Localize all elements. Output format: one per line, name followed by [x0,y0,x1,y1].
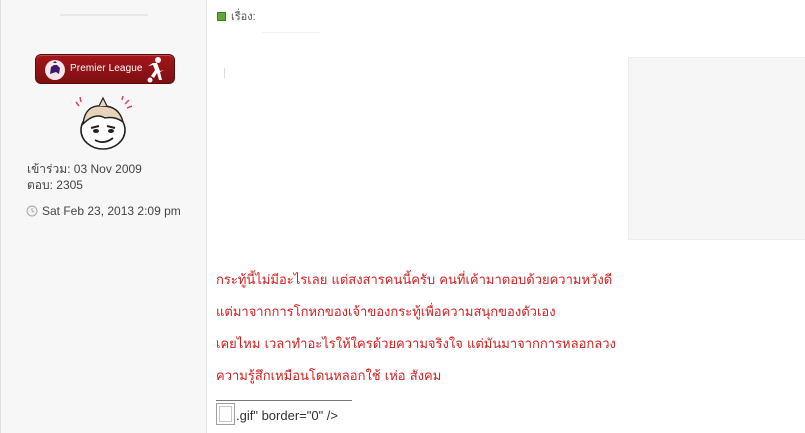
post-body: กระทู้นี้ไม่มีอะไรเลย แต่สงสารคนนี้ครับ … [216,270,616,398]
signature-text: .gif" border="0" /> [236,408,339,423]
post-text-line: ความรู้สึกเหมือนโดนหลอกใช้ เห่อ สังคม [216,369,442,384]
post-text-line: กระทู้นี้ไม่มีอะไรเลย แต่สงสารคนนี้ครับ … [216,273,613,288]
broken-image-icon[interactable] [216,403,235,425]
subject-label: เรื่อง: [231,11,256,23]
post-icon [217,11,226,21]
post-subject: เรื่อง: [217,7,256,25]
post-text-line: แต่มาจากการโกหกของเจ้าของกระทู้เพื่อความ… [216,305,556,320]
broken-image-frame [219,406,232,422]
signature-divider [216,400,352,401]
forum-post: Premier League เข้าร่วม: 03 Nov 2009 ตอบ… [0,0,805,433]
post-timestamp-text: Sat Feb 23, 2013 2:09 pm [42,204,181,218]
footballer-icon [147,57,164,83]
embedded-image-edge [224,68,225,78]
rank-label: Premier League [70,63,143,74]
premier-league-lion-icon [45,60,65,80]
post-count: ตอบ: 2305 [27,178,83,192]
clock-icon [26,205,38,217]
embedded-image[interactable] [628,57,805,240]
subject-faint-line [262,32,320,33]
post-timestamp: Sat Feb 23, 2013 2:09 pm [26,204,181,218]
panel-border [0,0,1,433]
post-text-line: เคยไหม เวลาทำอะไรให้ใครด้วยความจริงใจ แต… [216,337,616,352]
rank-badge: Premier League [35,54,175,84]
username-placeholder [60,14,148,16]
avatar [75,96,133,150]
user-profile-panel: Premier League เข้าร่วม: 03 Nov 2009 ตอบ… [0,0,207,433]
